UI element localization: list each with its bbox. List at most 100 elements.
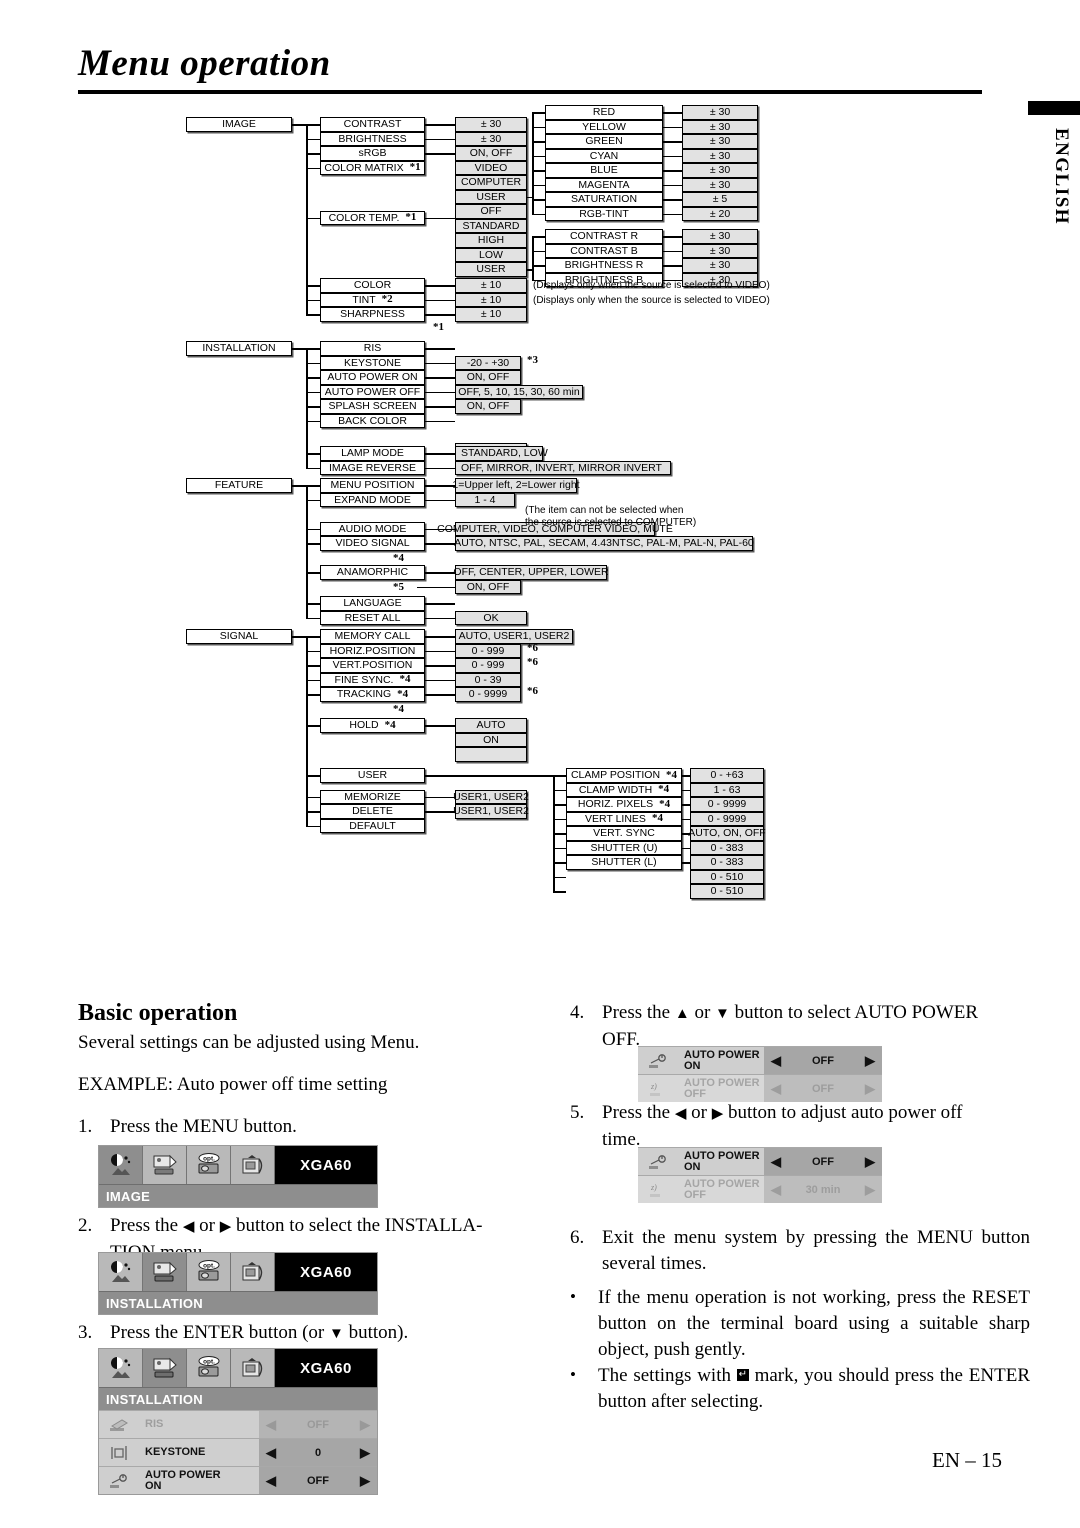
osd-row-value-control[interactable]: ◀ OFF ▶ <box>764 1075 882 1102</box>
footnote-marker: *1 <box>433 320 444 333</box>
tree-box-label: 0 - 383 <box>710 856 744 868</box>
connector-line <box>425 617 455 620</box>
left-arrow-icon[interactable]: ◀ <box>771 1183 781 1196</box>
step-2-text-b: or <box>194 1215 220 1236</box>
left-arrow-icon[interactable]: ◀ <box>266 1418 276 1431</box>
connector-line <box>306 348 308 468</box>
tree-item-memory-call: MEMORY CALL <box>320 629 425 644</box>
tree-box-label: 0 - 510 <box>710 885 744 897</box>
osd-screenshot-step4: AUTO POWER ON ◀ OFF ▶ z) AUTO POWER OFF … <box>638 1046 882 1102</box>
tree-value-sg-1: 0 - 999 <box>455 643 521 658</box>
osd-row-keystone[interactable]: KEYSTONE ◀ 0 ▶ <box>99 1438 377 1466</box>
left-arrow-icon[interactable]: ◀ <box>266 1474 276 1487</box>
tree-item-keystone: KEYSTONE <box>320 355 425 370</box>
tree-clampval-0: 0 - +63 <box>690 768 764 783</box>
tree-box-footnote: *4 <box>666 768 678 781</box>
right-arrow-icon[interactable]: ▶ <box>865 1054 875 1067</box>
connector-line <box>425 796 455 799</box>
tree-item-user-user: USER <box>320 768 425 783</box>
auto-power-on-icon <box>99 1467 139 1494</box>
note-bullet-2-text-a: The settings with <box>598 1365 737 1386</box>
connector-line <box>532 170 545 172</box>
tree-box-label: ± 30 <box>709 135 731 147</box>
step-2-text-c: button to select the INSTALLA- <box>231 1215 483 1236</box>
step-5-text-a: Press the <box>602 1102 675 1123</box>
connector-line <box>306 348 320 350</box>
connector-line <box>306 406 320 408</box>
tab-icon-signal[interactable] <box>231 1253 275 1291</box>
connector-line <box>306 825 320 828</box>
left-arrow-icon[interactable]: ◀ <box>771 1155 781 1168</box>
osd-row-auto-power-on[interactable]: AUTO POWER ON ◀ OFF ▶ <box>638 1046 882 1074</box>
osd-row-ris[interactable]: RIS ◀ OFF ▶ <box>99 1410 377 1438</box>
tree-value-colortemp-0: OFF <box>455 204 527 219</box>
tree-sub-green: GREEN <box>545 134 663 149</box>
left-arrow-icon[interactable]: ◀ <box>771 1054 781 1067</box>
note-bullet-1-text: If the menu operation is not working, pr… <box>598 1287 1030 1360</box>
right-arrow-icon[interactable]: ▶ <box>865 1155 875 1168</box>
tab-icon-image[interactable] <box>99 1349 143 1387</box>
step-3-number: 3. <box>78 1322 93 1343</box>
osd-screenshot-installation: opt. XGA60 INSTALLATION <box>98 1252 378 1315</box>
right-arrow-icon[interactable]: ▶ <box>360 1446 370 1459</box>
osd-row-value-control[interactable]: ◀ OFF ▶ <box>259 1411 377 1438</box>
connector-line <box>306 285 320 287</box>
tree-box-label: COLOR MATRIX <box>324 161 404 174</box>
tab-icon-image[interactable] <box>99 1253 143 1291</box>
connector-line <box>553 789 566 792</box>
osd-row-auto-power-on[interactable]: AUTO POWER ON ◀ OFF ▶ <box>638 1147 882 1175</box>
left-arrow-icon[interactable]: ◀ <box>771 1082 781 1095</box>
tab-icon-installation[interactable] <box>143 1253 187 1291</box>
osd-row-value-control[interactable]: ◀ OFF ▶ <box>259 1467 377 1494</box>
osd-row-auto-power-off[interactable]: z) AUTO POWER OFF ◀ OFF ▶ <box>638 1074 882 1102</box>
osd-row-name: AUTO POWER <box>684 1076 760 1089</box>
osd-row-value: 0 <box>314 1446 322 1459</box>
connector-line <box>425 299 455 302</box>
connector-line <box>682 789 690 792</box>
tree-box-label: HOLD <box>349 719 379 731</box>
tab-icon-feature[interactable]: opt. <box>187 1146 231 1184</box>
connector-line <box>306 636 308 826</box>
tree-root-installation: INSTALLATION <box>186 341 292 356</box>
tab-icon-feature[interactable]: opt. <box>187 1253 231 1291</box>
osd-row-value-control[interactable]: ◀ 0 ▶ <box>259 1439 377 1466</box>
tree-box-label: MAGENTA <box>578 178 630 191</box>
connector-line <box>306 679 320 682</box>
connector-line <box>425 467 457 470</box>
tree-item-contrast: CONTRAST <box>320 117 425 132</box>
tab-icon-signal[interactable] <box>231 1146 275 1184</box>
tree-item-tint: TINT *2 <box>320 292 425 307</box>
tree-box-label: COLOR <box>353 279 392 291</box>
tree-subval-7: ± 20 <box>682 206 758 221</box>
right-arrow-icon[interactable]: ▶ <box>360 1418 370 1431</box>
tree-box-label: IMAGE REVERSE <box>329 461 416 474</box>
connector-line <box>425 694 455 696</box>
right-arrow-icon[interactable]: ▶ <box>865 1183 875 1196</box>
tab-icon-installation[interactable] <box>143 1146 187 1184</box>
tree-box-label: SPLASH SCREEN <box>328 400 417 412</box>
tab-icon-image[interactable] <box>99 1146 143 1184</box>
connector-line <box>306 167 320 170</box>
step-5: 5. Press the ◀ or ▶ button to adjust aut… <box>570 1100 1040 1153</box>
step-5-number: 5. <box>570 1102 585 1123</box>
osd-row-auto-power-off[interactable]: z) AUTO POWER OFF ◀ 30 min ▶ <box>638 1175 882 1203</box>
down-arrow-icon: ▼ <box>715 1006 730 1022</box>
tree-box-label: HORIZ. PIXELS <box>577 798 654 810</box>
tree-box-label: CLAMP WIDTH <box>578 783 653 796</box>
right-arrow-icon[interactable]: ▶ <box>360 1474 370 1487</box>
tab-icon-signal[interactable] <box>231 1349 275 1387</box>
osd-menu-title: INSTALLATION <box>99 1387 377 1410</box>
tab-icon-installation[interactable] <box>143 1349 187 1387</box>
connector-line <box>425 124 455 126</box>
osd-row-value: OFF <box>812 1082 834 1095</box>
osd-row-value-control[interactable]: ◀ OFF ▶ <box>764 1148 882 1175</box>
osd-row-value-control[interactable]: ◀ 30 min ▶ <box>764 1176 882 1203</box>
osd-row-value-control[interactable]: ◀ OFF ▶ <box>764 1047 882 1074</box>
osd-row-auto-power-on[interactable]: AUTO POWER ON ◀ OFF ▶ <box>99 1466 377 1494</box>
tree-value-ins-2: ON, OFF <box>455 370 521 385</box>
tab-icon-feature[interactable]: opt. <box>187 1349 231 1387</box>
connector-line <box>306 217 320 220</box>
left-arrow-icon[interactable]: ◀ <box>266 1446 276 1459</box>
right-arrow-icon[interactable]: ▶ <box>865 1082 875 1095</box>
connector-line <box>682 862 690 864</box>
